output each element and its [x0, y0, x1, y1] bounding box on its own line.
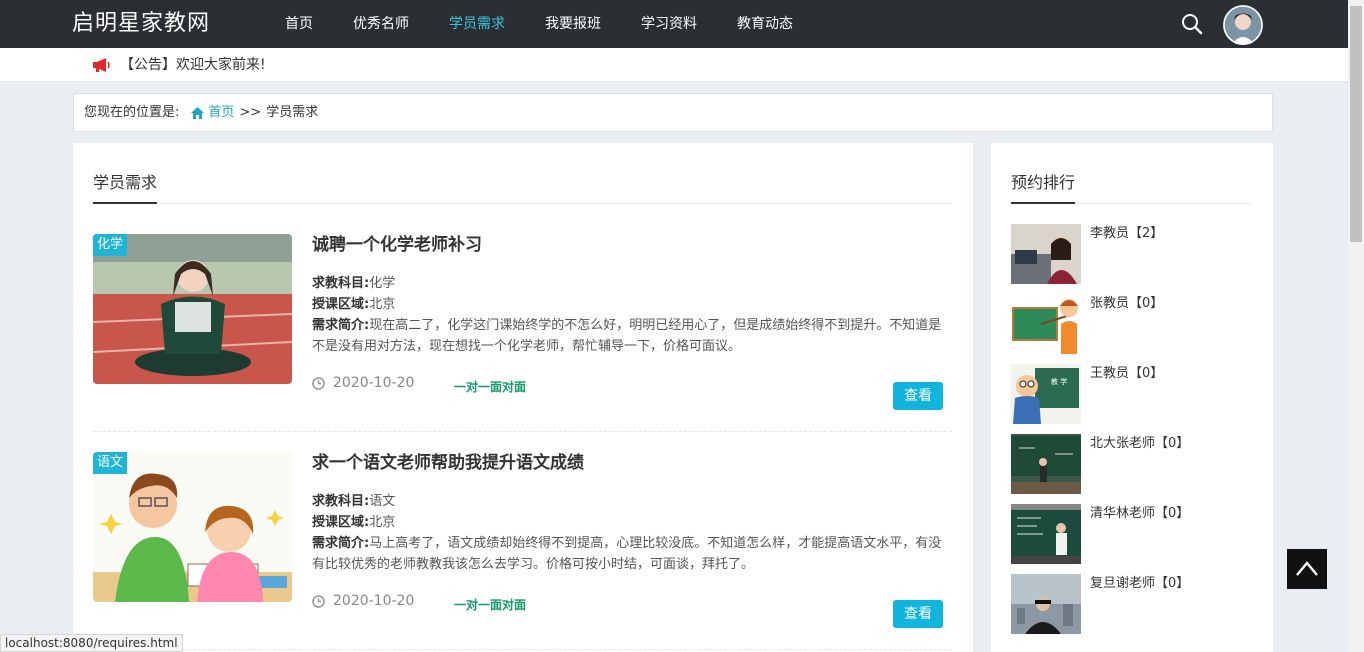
section-header: 学员需求 — [93, 171, 952, 204]
teacher-photo[interactable] — [1011, 294, 1081, 354]
request-thumbnail[interactable]: 化学 — [93, 234, 292, 384]
rank-item[interactable]: 清华林老师【0】 — [1011, 504, 1252, 564]
subject-tag: 语文 — [93, 452, 128, 474]
rank-item[interactable]: 张教员【0】 — [1011, 294, 1252, 354]
requests-panel: 学员需求 化学 诚聘一个化学老师补习 求教科目:化学 授课区域:北京 需求简介:… — [73, 143, 973, 652]
teacher-name[interactable]: 王教员【0】 — [1090, 364, 1163, 384]
area-value: 北京 — [369, 297, 396, 312]
scrollbar-thumb[interactable] — [1350, 6, 1362, 242]
intro-label: 需求简介: — [312, 318, 370, 333]
rank-item[interactable]: 复旦谢老师【0】 — [1011, 574, 1252, 634]
teacher-photo[interactable]: 教 学 — [1011, 364, 1081, 424]
ranking-header: 预约排行 — [1011, 171, 1252, 204]
teaching-mode: 一对一面对面 — [454, 598, 527, 612]
teacher-photo[interactable] — [1011, 574, 1081, 634]
view-button[interactable]: 查看 — [893, 600, 943, 628]
notice-bar: 【公告】欢迎大家前来! — [0, 48, 1348, 82]
teacher-photo[interactable] — [1011, 504, 1081, 564]
svg-text:教 学: 教 学 — [1051, 377, 1067, 386]
request-item: 化学 诚聘一个化学老师补习 求教科目:化学 授课区域:北京 需求简介:现在高二了… — [93, 234, 952, 432]
intro-value: 现在高二了，化学这门课始终学的不怎么好，明明已经用心了，但是成绩始终得不到提升。… — [312, 318, 942, 354]
subject-label: 求教科目: — [312, 494, 370, 509]
home-icon — [191, 106, 205, 119]
teacher-photo[interactable] — [1011, 434, 1081, 494]
teacher-name[interactable]: 清华林老师【0】 — [1090, 504, 1189, 524]
breadcrumb-prefix: 您现在的位置是: — [84, 105, 180, 120]
nav-item-teachers[interactable]: 优秀名师 — [353, 0, 409, 48]
request-subject: 求教科目:化学 — [312, 273, 944, 294]
area-label: 授课区域: — [312, 515, 370, 530]
request-title[interactable]: 求一个语文老师帮助我提升语文成绩 — [312, 452, 584, 474]
request-intro: 需求简介:现在高二了，化学这门课始终学的不怎么好，明明已经用心了，但是成绩始终得… — [312, 315, 944, 357]
rank-item[interactable]: 李教员【2】 — [1011, 224, 1252, 284]
user-avatar[interactable] — [1223, 5, 1263, 45]
search-icon[interactable] — [1181, 13, 1203, 35]
request-area: 授课区域:北京 — [312, 512, 944, 533]
notice-text: 【公告】欢迎大家前来! — [120, 57, 266, 73]
clock-icon — [312, 376, 325, 390]
date-value: 2020-10-20 — [333, 593, 415, 609]
site-logo[interactable]: 启明星家教网 — [72, 8, 210, 40]
area-value: 北京 — [369, 515, 396, 530]
teacher-name[interactable]: 张教员【0】 — [1090, 294, 1163, 314]
request-thumbnail[interactable]: 语文 — [93, 452, 292, 602]
back-to-top-button[interactable] — [1287, 549, 1327, 589]
rank-item[interactable]: 教 学 王教员【0】 — [1011, 364, 1252, 424]
request-intro: 需求简介:马上高考了，语文成绩却始终得不到提高，心理比较没底。不知道怎么样，才能… — [312, 533, 944, 575]
request-item: 语文 求一个语文老师帮助我提升语文成绩 求教科目:语文 授课区域:北京 需求简介… — [93, 452, 952, 650]
subject-value: 语文 — [369, 494, 396, 509]
top-navbar: 启明星家教网 首页 优秀名师 学员需求 我要报班 学习资料 教育动态 — [0, 0, 1348, 48]
breadcrumb-home-link[interactable]: 首页 — [208, 94, 234, 131]
subject-tag: 化学 — [93, 234, 128, 256]
ranking-panel: 预约排行 李教员【2】 张教员【0】 教 学 王教员【0】 北大张老师【0】 清… — [991, 143, 1273, 652]
teaching-mode: 一对一面对面 — [454, 380, 527, 394]
request-title[interactable]: 诚聘一个化学老师补习 — [312, 234, 482, 256]
rank-item[interactable]: 北大张老师【0】 — [1011, 434, 1252, 494]
nav-item-home[interactable]: 首页 — [285, 0, 313, 48]
date-value: 2020-10-20 — [333, 375, 415, 391]
breadcrumb-separator: >> — [239, 105, 262, 120]
subject-label: 求教科目: — [312, 276, 370, 291]
breadcrumb: 您现在的位置是: 首页 >> 学员需求 — [73, 93, 1273, 132]
status-url: localhost:8080/requires.html — [0, 634, 183, 652]
intro-value: 马上高考了，语文成绩却始终得不到提高，心理比较没底。不知道怎么样，才能提高语文水… — [312, 536, 942, 572]
request-subject: 求教科目:语文 — [312, 491, 944, 512]
teacher-name[interactable]: 李教员【2】 — [1090, 224, 1163, 244]
teacher-photo[interactable] — [1011, 224, 1081, 284]
view-button[interactable]: 查看 — [893, 382, 943, 410]
request-date: 2020-10-20 — [312, 593, 414, 609]
nav-item-materials[interactable]: 学习资料 — [641, 0, 697, 48]
area-label: 授课区域: — [312, 297, 370, 312]
chevron-up-icon — [1296, 561, 1318, 576]
nav-item-requests[interactable]: 学员需求 — [449, 0, 505, 48]
teacher-name[interactable]: 复旦谢老师【0】 — [1090, 574, 1189, 594]
clock-icon — [312, 594, 325, 608]
ranking-title: 预约排行 — [1011, 171, 1076, 204]
intro-label: 需求简介: — [312, 536, 370, 551]
section-title: 学员需求 — [93, 171, 158, 204]
subject-value: 化学 — [369, 276, 396, 291]
teacher-name[interactable]: 北大张老师【0】 — [1090, 434, 1189, 454]
breadcrumb-current: 学员需求 — [266, 105, 319, 120]
nav-item-news[interactable]: 教育动态 — [737, 0, 793, 48]
request-area: 授课区域:北京 — [312, 294, 944, 315]
page-scrollbar[interactable] — [1348, 0, 1364, 652]
megaphone-icon — [93, 58, 110, 72]
nav-item-enroll[interactable]: 我要报班 — [545, 0, 601, 48]
main-nav: 首页 优秀名师 学员需求 我要报班 学习资料 教育动态 — [285, 0, 833, 48]
request-date: 2020-10-20 — [312, 375, 414, 391]
